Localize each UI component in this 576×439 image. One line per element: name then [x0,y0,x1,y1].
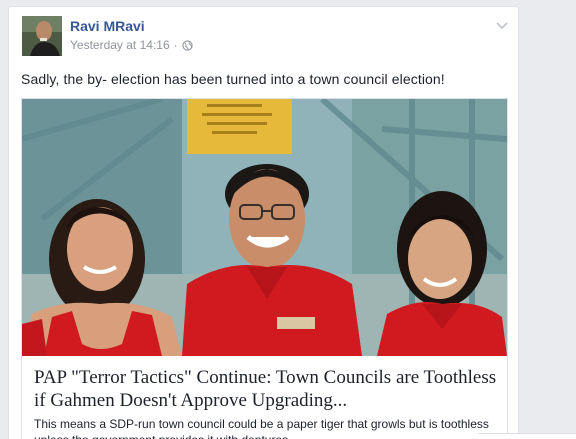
link-preview-image[interactable] [22,99,507,356]
author-name[interactable]: Ravi MRavi [70,18,145,34]
meta-separator: · [173,38,178,52]
feed-post: Ravi MRavi Yesterday at 14:16 · Sadly, t… [8,6,519,439]
avatar[interactable] [22,16,62,56]
link-title[interactable]: PAP "Terror Tactics" Continue: Town Coun… [34,366,499,412]
chevron-down-icon[interactable] [494,17,510,33]
globe-icon[interactable] [182,39,193,51]
post-meta: Yesterday at 14:16 · [70,38,193,52]
post-timestamp[interactable]: Yesterday at 14:16 [70,38,170,52]
adjacent-panel-edge [478,433,576,439]
link-preview[interactable]: PAP "Terror Tactics" Continue: Town Coun… [21,98,508,439]
link-description: This means a SDP-run town council could … [34,417,489,439]
post-text: Sadly, the by- election has been turned … [21,71,445,87]
avatar-image [22,16,62,56]
